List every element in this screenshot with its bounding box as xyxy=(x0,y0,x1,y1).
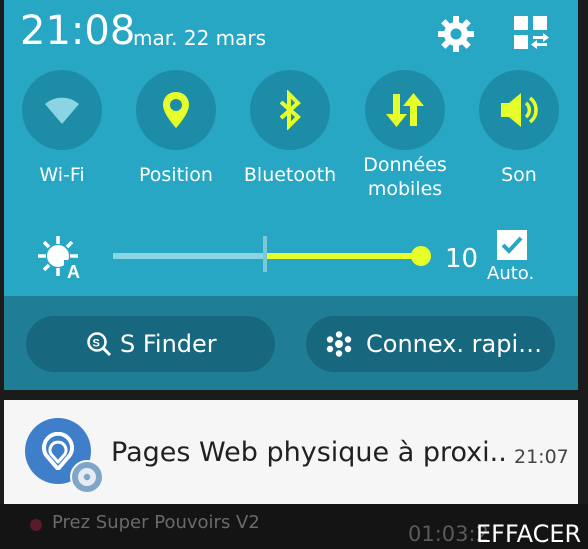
slider-auto-marker xyxy=(263,236,267,272)
toggle-sound[interactable]: Son xyxy=(469,70,569,210)
toggle-label: Données mobiles xyxy=(355,153,455,201)
slider-track-left xyxy=(113,253,265,259)
svg-text:S: S xyxy=(93,338,100,350)
media-record-dot xyxy=(30,519,42,531)
toggle-label: Position xyxy=(139,164,213,186)
notification-card[interactable]: Pages Web physique à proxi.. 21:07 xyxy=(4,400,578,504)
chrome-badge-icon xyxy=(70,460,104,494)
svg-text:A: A xyxy=(67,262,80,280)
toggle-wifi[interactable]: Wi-Fi xyxy=(12,70,112,210)
wifi-icon xyxy=(45,97,79,124)
toggle-mobile-data[interactable]: Données mobiles xyxy=(355,70,455,210)
sfinder-search-icon: S xyxy=(87,332,112,357)
toggle-position-circle xyxy=(136,70,216,150)
quick-connect-icon xyxy=(326,331,352,357)
toggle-bluetooth-circle xyxy=(250,70,330,150)
slider-knob[interactable] xyxy=(411,246,431,266)
status-date: mar. 22 mars xyxy=(133,26,267,50)
quick-connect-label: Connex. rapi… xyxy=(366,330,543,358)
toggle-label: Wi-Fi xyxy=(39,164,85,186)
toggle-bluetooth[interactable]: Bluetooth xyxy=(240,70,340,210)
auto-brightness-icon: A xyxy=(38,236,84,280)
mobile-data-icon xyxy=(386,93,424,127)
toggle-label: Bluetooth xyxy=(243,164,337,186)
status-time: 21:08 xyxy=(20,8,136,54)
auto-brightness-label: Auto. xyxy=(487,263,535,284)
background-media-title: Prez Super Pouvoirs V2 xyxy=(52,512,260,533)
location-pin-icon xyxy=(163,92,189,128)
toggle-label: Son xyxy=(501,164,537,186)
physical-web-icon xyxy=(42,432,74,470)
clear-button[interactable]: EFFACER xyxy=(476,520,581,548)
toggle-wifi-circle xyxy=(22,70,102,150)
speaker-icon xyxy=(501,93,538,127)
toggle-mobile-data-circle xyxy=(365,70,445,150)
sfinder-label: S Finder xyxy=(120,330,217,358)
gear-icon[interactable] xyxy=(437,15,475,53)
toggle-position[interactable]: Position xyxy=(126,70,226,210)
toggle-sound-circle xyxy=(479,70,559,150)
sfinder-button[interactable]: S S Finder xyxy=(26,316,275,372)
toggle-label-line2: mobiles xyxy=(367,178,443,200)
notification-time: 21:07 xyxy=(514,446,569,468)
checkbox-checked-icon[interactable] xyxy=(497,230,527,260)
brightness-value: 10 xyxy=(445,244,479,274)
bluetooth-icon xyxy=(279,90,301,130)
brightness-slider[interactable] xyxy=(113,236,431,272)
chrome-icon xyxy=(78,468,96,486)
toggle-label-line1: Données xyxy=(363,154,447,176)
notification-title: Pages Web physique à proxi.. xyxy=(111,437,507,468)
grid-edit-icon[interactable] xyxy=(512,14,550,52)
slider-track-filled xyxy=(265,253,421,259)
quick-connect-button[interactable]: Connex. rapi… xyxy=(306,316,555,372)
